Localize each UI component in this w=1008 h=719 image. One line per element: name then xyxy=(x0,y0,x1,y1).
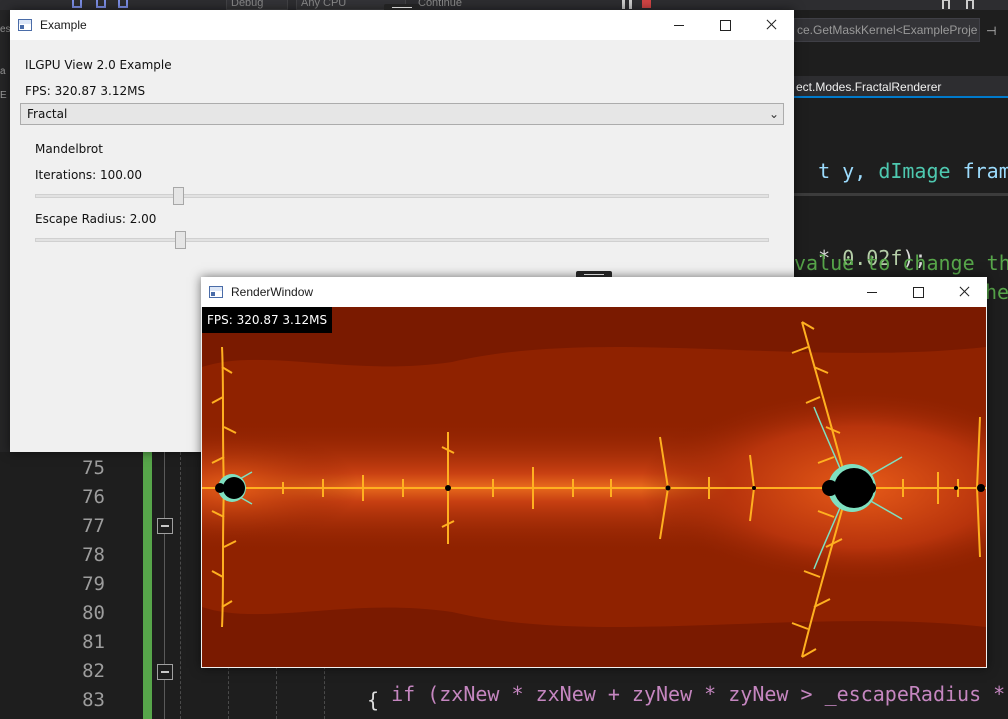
line-number: 79 xyxy=(82,573,105,595)
stop-icon[interactable] xyxy=(642,0,651,8)
collapse-minus-icon[interactable] xyxy=(157,518,173,534)
bookmark-next-icon[interactable] xyxy=(966,0,974,9)
render-titlebar[interactable]: RenderWindow xyxy=(201,277,987,307)
toolbar-save-icon[interactable] xyxy=(72,0,82,8)
iterations-label: Iterations: 100.00 xyxy=(35,168,142,182)
vs-toolbar: Debug Any CPU Continue xyxy=(0,0,1008,10)
escape-radius-label: Escape Radius: 2.00 xyxy=(35,212,157,226)
close-icon[interactable] xyxy=(748,10,794,40)
fps-label: FPS: 320.87 3.12MS xyxy=(25,84,146,98)
collapse-minus-icon[interactable] xyxy=(157,664,173,680)
mandelbrot-image xyxy=(202,307,986,667)
config-combo[interactable]: Debug xyxy=(226,0,288,10)
line-number: 80 xyxy=(82,602,105,624)
code-token: t y, xyxy=(818,159,879,183)
left-strip-text: E xyxy=(0,90,7,101)
escape-radius-slider-thumb[interactable] xyxy=(174,231,186,249)
indent-guide xyxy=(180,452,181,719)
split-icon[interactable]: ⊣ xyxy=(986,24,996,38)
app-header: ILGPU View 2.0 Example xyxy=(25,58,172,72)
render-window: RenderWindow FPS: 320.87 3.12MS xyxy=(201,271,987,668)
toolbar-save-all-icon[interactable] xyxy=(96,0,106,8)
mode-select[interactable]: Fractal ⌄ xyxy=(20,103,784,125)
window-app-icon xyxy=(18,19,32,31)
member-nav-combo[interactable]: ce.GetMaskKernel<ExampleProje xyxy=(794,18,980,42)
pause-icon[interactable] xyxy=(622,0,632,9)
fps-overlay: FPS: 320.87 3.12MS xyxy=(202,307,333,333)
code-token: dImage xyxy=(878,159,951,183)
window-title: Example xyxy=(40,18,87,32)
continue-button[interactable]: Continue xyxy=(418,0,462,9)
code-comment: he xyxy=(985,280,1008,304)
code-comment: value to change the xyxy=(794,251,1008,275)
line-number: 78 xyxy=(82,544,105,566)
bookmark-icon[interactable] xyxy=(942,0,950,9)
close-icon[interactable] xyxy=(941,277,987,307)
minimize-icon[interactable] xyxy=(656,10,702,40)
toolbar-copy-icon[interactable] xyxy=(118,0,128,8)
escape-radius-slider[interactable] xyxy=(35,238,769,242)
minimize-icon[interactable] xyxy=(849,277,895,307)
vs-left-strip: es a E xyxy=(0,10,10,452)
fractal-canvas[interactable]: FPS: 320.87 3.12MS xyxy=(202,307,986,667)
line-number: 82 xyxy=(82,660,105,682)
maximize-icon[interactable] xyxy=(702,10,748,40)
left-strip-text: a xyxy=(0,66,6,77)
left-strip-text: es xyxy=(0,24,10,35)
line-number: 81 xyxy=(82,631,105,653)
chevron-down-icon: ⌄ xyxy=(768,107,779,121)
maximize-icon[interactable] xyxy=(895,277,941,307)
code-line: { xyxy=(367,688,380,712)
code-token: framebu xyxy=(962,159,1008,183)
window-title: RenderWindow xyxy=(231,285,314,299)
section-title: Mandelbrot xyxy=(35,142,103,156)
change-tracking-bar xyxy=(143,452,152,719)
line-number: 83 xyxy=(82,689,105,711)
line-number: 77 xyxy=(82,515,105,537)
example-titlebar[interactable]: Example xyxy=(10,10,794,40)
iterations-slider[interactable] xyxy=(35,194,769,198)
mode-select-value: Fractal xyxy=(27,107,68,121)
line-number: 75 xyxy=(82,457,105,479)
window-app-icon xyxy=(209,286,223,298)
document-tab[interactable]: ect.Modes.FractalRenderer xyxy=(794,76,1008,98)
code-separator xyxy=(794,193,1008,196)
line-number: 76 xyxy=(82,486,105,508)
code-line: t y, dImage framebu xyxy=(794,135,1008,183)
iterations-slider-thumb[interactable] xyxy=(173,187,185,205)
code-token: if (zxNew * zxNew + zyNew * zyNew > _esc… xyxy=(391,682,1008,706)
